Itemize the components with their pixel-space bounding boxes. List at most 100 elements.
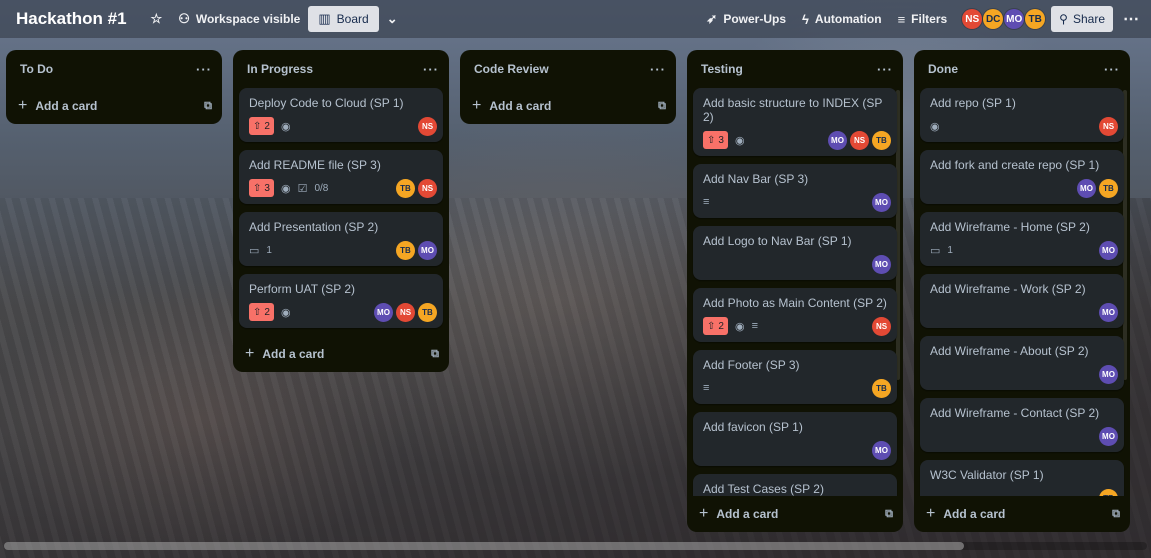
avatar[interactable]: MO <box>872 255 891 274</box>
avatar[interactable]: NS <box>418 117 437 136</box>
template-icon[interactable]: ⧉ <box>1112 508 1120 521</box>
avatar[interactable]: TB <box>872 379 891 398</box>
template-icon[interactable]: ⧉ <box>658 100 666 113</box>
add-card-button[interactable]: + Add a card ⧉ <box>914 496 1130 532</box>
card[interactable]: Add Photo as Main Content (SP 2) ⇧ 2 ◉ ≡ … <box>693 288 897 342</box>
power-ups-button[interactable]: ➶ Power-Ups <box>698 6 794 32</box>
share-label: Share <box>1072 12 1105 26</box>
add-card-label: Add a card <box>489 99 552 113</box>
card[interactable]: Add fork and create repo (SP 1) MO TB <box>920 150 1124 204</box>
template-icon[interactable]: ⧉ <box>885 508 893 521</box>
plus-icon: + <box>18 97 28 114</box>
list-todo: To Do ··· + Add a card ⧉ <box>6 50 222 124</box>
card[interactable]: W3C Validator (SP 1) TB <box>920 460 1124 496</box>
avatar[interactable]: MO <box>1099 241 1118 260</box>
add-card-button[interactable]: + Add a card ⧉ <box>460 88 676 124</box>
avatar[interactable]: NS <box>850 131 869 150</box>
card-title: Deploy Code to Cloud (SP 1) <box>249 96 404 110</box>
template-icon[interactable]: ⧉ <box>204 100 212 113</box>
avatar[interactable]: NS <box>396 303 415 322</box>
list-title[interactable]: Testing <box>701 62 743 76</box>
votes-badge: ⇧ 3 <box>249 179 274 197</box>
avatar[interactable]: MO <box>374 303 393 322</box>
card[interactable]: Add Wireframe - Work (SP 2) MO <box>920 274 1124 328</box>
template-icon[interactable]: ⧉ <box>431 348 439 361</box>
avatar[interactable]: NS <box>962 9 983 29</box>
board-view-button[interactable]: ▥ Board <box>308 6 379 32</box>
card[interactable]: Perform UAT (SP 2) ⇧ 2 ◉ MO NS TB <box>239 274 443 328</box>
filters-label: Filters <box>911 12 948 26</box>
list-in-progress: In Progress ··· Deploy Code to Cloud (SP… <box>233 50 449 372</box>
avatar[interactable]: TB <box>396 179 415 198</box>
visibility-button[interactable]: ⚇ Workspace visible <box>170 6 308 32</box>
card[interactable]: Add repo (SP 1) ◉ NS <box>920 88 1124 142</box>
avatar[interactable]: MO <box>1077 179 1096 198</box>
avatar[interactable]: TB <box>1025 9 1046 29</box>
avatar[interactable]: MO <box>1099 365 1118 384</box>
list-menu-button[interactable]: ··· <box>877 62 893 77</box>
description-icon: ≡ <box>703 382 710 394</box>
board-horizontal-scrollbar[interactable] <box>4 542 964 550</box>
avatar[interactable]: NS <box>872 317 891 336</box>
avatar[interactable]: NS <box>1099 117 1118 136</box>
votes-badge: ⇧ 2 <box>249 117 274 135</box>
avatar[interactable]: MO <box>872 441 891 460</box>
list-done: Done ··· Add repo (SP 1) ◉ NS Add fork a… <box>914 50 1130 532</box>
watch-icon: ◉ <box>734 134 745 147</box>
avatar[interactable]: TB <box>872 131 891 150</box>
card[interactable]: Add README file (SP 3) ⇧ 3 ◉ ☑ 0/8 TB NS <box>239 150 443 204</box>
card[interactable]: Add Wireframe - Home (SP 2) ▭ 1 MO <box>920 212 1124 266</box>
add-card-button[interactable]: + Add a card ⧉ <box>233 336 449 372</box>
list-menu-button[interactable]: ··· <box>196 62 212 77</box>
card-title: Add README file (SP 3) <box>249 158 381 172</box>
list-header: Testing ··· <box>687 50 903 88</box>
star-button[interactable]: ☆ <box>143 6 171 32</box>
list-menu-button[interactable]: ··· <box>650 62 666 77</box>
automation-button[interactable]: ϟ Automation <box>794 6 890 32</box>
share-button[interactable]: ⚲ Share <box>1051 6 1113 32</box>
add-card-label: Add a card <box>716 507 779 521</box>
card[interactable]: Add Test Cases (SP 2) MO <box>693 474 897 496</box>
watch-icon: ◉ <box>280 182 291 195</box>
list-menu-button[interactable]: ··· <box>1104 62 1120 77</box>
card[interactable]: Add favicon (SP 1) MO <box>693 412 897 466</box>
votes-badge: ⇧ 3 <box>703 131 728 149</box>
avatar[interactable]: MO <box>1004 9 1025 29</box>
view-switcher-button[interactable]: ⌄ <box>379 6 406 32</box>
comment-count: 1 <box>266 244 272 256</box>
more-menu-button[interactable]: ⋯ <box>1119 9 1143 29</box>
avatar[interactable]: TB <box>418 303 437 322</box>
card[interactable]: Add basic structure to INDEX (SP 2) ⇧ 3 ◉… <box>693 88 897 156</box>
card-title: Add Wireframe - Work (SP 2) <box>930 282 1086 296</box>
list-title[interactable]: Code Review <box>474 62 549 76</box>
checklist-count: 0/8 <box>314 182 329 194</box>
avatar[interactable]: MO <box>828 131 847 150</box>
avatar[interactable]: NS <box>418 179 437 198</box>
card[interactable]: Add Logo to Nav Bar (SP 1) MO <box>693 226 897 280</box>
card[interactable]: Add Wireframe - About (SP 2) MO <box>920 336 1124 390</box>
card-title: Add Wireframe - Contact (SP 2) <box>930 406 1100 420</box>
list-title[interactable]: To Do <box>20 62 53 76</box>
avatar[interactable]: MO <box>1099 427 1118 446</box>
avatar[interactable]: DC <box>983 9 1004 29</box>
chevron-down-icon: ⌄ <box>386 11 398 26</box>
card[interactable]: Add Presentation (SP 2) ▭ 1 TB MO <box>239 212 443 266</box>
add-card-button[interactable]: + Add a card ⧉ <box>687 496 903 532</box>
card[interactable]: Add Footer (SP 3) ≡ TB <box>693 350 897 404</box>
card[interactable]: Add Wireframe - Contact (SP 2) MO <box>920 398 1124 452</box>
people-icon: ⚇ <box>178 11 190 26</box>
card[interactable]: Deploy Code to Cloud (SP 1) ⇧ 2 ◉ NS <box>239 88 443 142</box>
filters-button[interactable]: ≡ Filters <box>890 6 956 32</box>
avatar[interactable]: MO <box>1099 303 1118 322</box>
avatar[interactable]: TB <box>396 241 415 260</box>
list-title[interactable]: In Progress <box>247 62 313 76</box>
avatar[interactable]: MO <box>418 241 437 260</box>
board-title[interactable]: Hackathon #1 <box>16 9 127 29</box>
avatar[interactable]: MO <box>872 193 891 212</box>
avatar[interactable]: TB <box>1099 489 1118 496</box>
card[interactable]: Add Nav Bar (SP 3) ≡ MO <box>693 164 897 218</box>
add-card-button[interactable]: + Add a card ⧉ <box>6 88 222 124</box>
list-menu-button[interactable]: ··· <box>423 62 439 77</box>
list-title[interactable]: Done <box>928 62 958 76</box>
avatar[interactable]: TB <box>1099 179 1118 198</box>
